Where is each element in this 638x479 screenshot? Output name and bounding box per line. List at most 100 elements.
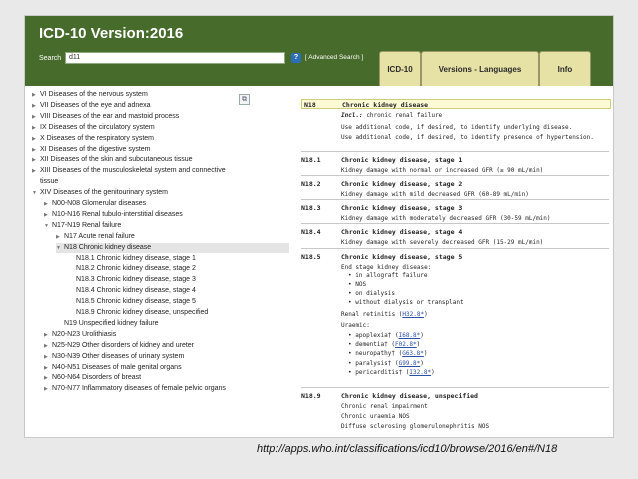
tree-item[interactable]: ▶ N25-N29 Other disorders of kidney and u…: [44, 341, 194, 351]
help-icon[interactable]: ?: [291, 53, 301, 63]
browser-frame: ICD-10 Version:2016 Search d11 ? [ Advan…: [24, 15, 614, 438]
list-item: • pericarditis† (I32.8*): [348, 369, 435, 376]
tree-item[interactable]: ▶ IX Diseases of the circulatory system: [32, 123, 155, 133]
list-item: • apoplexia† (I68.8*): [348, 332, 424, 339]
tree-item[interactable]: ▶ XIII Diseases of the musculoskeletal sy…: [32, 166, 226, 176]
expand-arrow-icon[interactable]: ▶: [32, 124, 40, 133]
expand-arrow-icon[interactable]: ▶: [44, 385, 52, 394]
expand-arrow-icon[interactable]: ▶: [44, 342, 52, 351]
list-item: • neuropathy† (G63.8*): [348, 350, 428, 357]
stage-title: Chronic kidney disease, stage 2: [341, 180, 463, 188]
list-item: • dementia† (F02.8*): [348, 341, 420, 348]
uraemic-label: Uraemic:: [341, 322, 370, 329]
tree-item-label: N18 Chronic kidney disease: [64, 243, 152, 251]
expand-arrow-icon[interactable]: ▶: [32, 156, 40, 165]
expand-arrow-icon[interactable]: ▶: [44, 331, 52, 340]
list-item-text: pericarditis† (: [355, 368, 410, 376]
header-bar: ICD-10 Version:2016 Search d11 ? [ Advan…: [25, 16, 613, 86]
code-link[interactable]: G99.8*: [399, 360, 421, 367]
tree-item[interactable]: ▶ XII Diseases of the skin and subcutaneo…: [32, 155, 193, 165]
tree-item[interactable]: ▶ VI Diseases of the nervous system: [32, 90, 148, 100]
tree-item[interactable]: tissue: [32, 177, 58, 186]
tree-item[interactable]: ▶ N70-N77 Inflammatory diseases of female…: [44, 384, 226, 394]
copy-icon[interactable]: ⧉: [239, 94, 250, 105]
collapse-arrow-icon[interactable]: ▼: [56, 244, 64, 253]
tree-item[interactable]: ▼ N18 Chronic kidney disease: [56, 242, 289, 253]
tree-item[interactable]: ▶ XI Diseases of the digestive system: [32, 145, 151, 155]
tree-item[interactable]: N18.4 Chronic kidney disease, stage 4: [68, 286, 196, 295]
additional-code-note: Use additional code, if desired, to iden…: [341, 124, 573, 131]
expand-arrow-icon[interactable]: ▶: [32, 135, 40, 144]
stage-description: Kidney damage with moderately decreased …: [341, 215, 551, 222]
tree-item[interactable]: N18.5 Chronic kidney disease, stage 5: [68, 297, 196, 306]
tree-item-label: N00-N08 Glomerular diseases: [52, 200, 147, 207]
advanced-search-link[interactable]: [ Advanced Search ]: [305, 54, 363, 61]
tree-item[interactable]: ▶ VII Diseases of the eye and adnexa: [32, 101, 151, 111]
stage-description: Kidney damage with severely decreased GF…: [341, 239, 544, 246]
expand-arrow-icon[interactable]: ▶: [44, 374, 52, 383]
tab-versions-languages[interactable]: Versions - Languages: [421, 51, 539, 86]
tree-item[interactable]: ▶ N17 Acute renal failure: [56, 232, 135, 242]
tree-item[interactable]: ▶ N40-N51 Diseases of male genital organs: [44, 363, 182, 373]
classification-tree: ⧉ ▶ VI Diseases of the nervous system ▶ VII…: [25, 86, 298, 437]
collapse-arrow-icon[interactable]: ▼: [44, 222, 52, 231]
expand-arrow-icon[interactable]: ▶: [32, 102, 40, 111]
tree-item[interactable]: ▶ N30-N39 Other diseases of urinary syste…: [44, 352, 184, 362]
code-link[interactable]: G63.8*: [402, 350, 424, 357]
expand-arrow-icon[interactable]: ▶: [44, 364, 52, 373]
tree-item[interactable]: ▶ VIII Diseases of the ear and mastoid pr…: [32, 112, 179, 122]
collapse-arrow-icon[interactable]: ▼: [32, 189, 40, 198]
expand-arrow-icon[interactable]: ▶: [56, 233, 64, 242]
unspecified-line: Diffuse sclerosing glomerulonephritis NO…: [341, 423, 490, 430]
tree-item[interactable]: N18.3 Chronic kidney disease, stage 3: [68, 275, 196, 284]
search-input[interactable]: d11: [65, 52, 285, 64]
tree-item[interactable]: ▼ XIV Diseases of the genitourinary syste…: [32, 188, 168, 198]
tree-item-label: tissue: [40, 178, 59, 186]
paren: ): [424, 311, 428, 318]
code-link[interactable]: F02.8*: [395, 341, 417, 348]
tree-item[interactable]: ▶ X Diseases of the respiratory system: [32, 134, 154, 144]
tree-item-label: IX Diseases of the circulatory system: [40, 123, 155, 131]
expand-arrow-icon[interactable]: ▶: [32, 146, 40, 155]
tree-item-label: N25-N29 Other disorders of kidney and ur…: [52, 341, 195, 349]
n18-header: N18 Chronic kidney disease: [301, 99, 611, 109]
expand-arrow-icon[interactable]: ▶: [44, 353, 52, 362]
list-item: • on dialysis: [348, 290, 395, 297]
expand-arrow-icon[interactable]: ▶: [32, 113, 40, 122]
tab-info[interactable]: Info: [539, 51, 591, 86]
incl-label: Incl.:: [341, 112, 363, 119]
tree-item-label: N17-N19 Renal failure: [52, 221, 122, 229]
code-link[interactable]: I68.8*: [399, 332, 421, 339]
list-item-text: neuropathy† (: [355, 350, 403, 358]
tree-item-label: VI Diseases of the nervous system: [40, 91, 148, 98]
tree-item[interactable]: ▶ N00-N08 Glomerular diseases: [44, 199, 146, 209]
code-link[interactable]: I32.8*: [409, 369, 431, 376]
unspecified-line: Chronic uraemia NOS: [341, 413, 410, 420]
unspecified-line: Chronic renal impairment: [341, 403, 428, 410]
expand-arrow-icon[interactable]: ▶: [44, 200, 52, 209]
incl-text: chronic renal failure: [366, 112, 443, 119]
tree-item[interactable]: N19 Unspecified kidney failure: [56, 319, 159, 328]
expand-arrow-icon[interactable]: ▶: [32, 167, 40, 176]
tree-item[interactable]: ▼ N17-N19 Renal failure: [44, 221, 121, 231]
tab-icd-10[interactable]: ICD-10: [379, 51, 421, 86]
expand-arrow-icon[interactable]: ▶: [32, 91, 40, 100]
tree-item[interactable]: N18.1 Chronic kidney disease, stage 1: [68, 254, 196, 263]
tree-item[interactable]: N18.2 Chronic kidney disease, stage 2: [68, 264, 196, 273]
list-item-text: in allograft failure: [355, 272, 428, 279]
tree-item[interactable]: ▶ N20-N23 Urolithiasis: [44, 330, 116, 340]
stage-code: N18.5: [301, 253, 321, 261]
renal-retinitis: Renal retinitis (H32.8*): [341, 311, 428, 318]
tree-item-label: N20-N23 Urolithiasis: [52, 330, 117, 338]
code-detail-panel: N18 Chronic kidney disease Incl.: chroni…: [298, 86, 613, 437]
paren: ): [416, 341, 421, 349]
code-link[interactable]: H32.8*: [402, 311, 424, 318]
expand-arrow-icon[interactable]: ▶: [44, 211, 52, 220]
list-item-text: without dialysis or transplant: [355, 299, 464, 306]
paren: ): [420, 359, 424, 367]
tree-item[interactable]: ▶ N60-N64 Disorders of breast: [44, 373, 141, 383]
tree-item-label: X Diseases of the respiratory system: [40, 134, 154, 142]
tree-item[interactable]: N18.9 Chronic kidney disease, unspecifie…: [68, 308, 208, 317]
tree-item[interactable]: ▶ N10-N16 Renal tubulo-interstitial disea…: [44, 210, 183, 220]
tree-item-label: XIII Diseases of the musculoskeletal sys…: [40, 167, 226, 175]
